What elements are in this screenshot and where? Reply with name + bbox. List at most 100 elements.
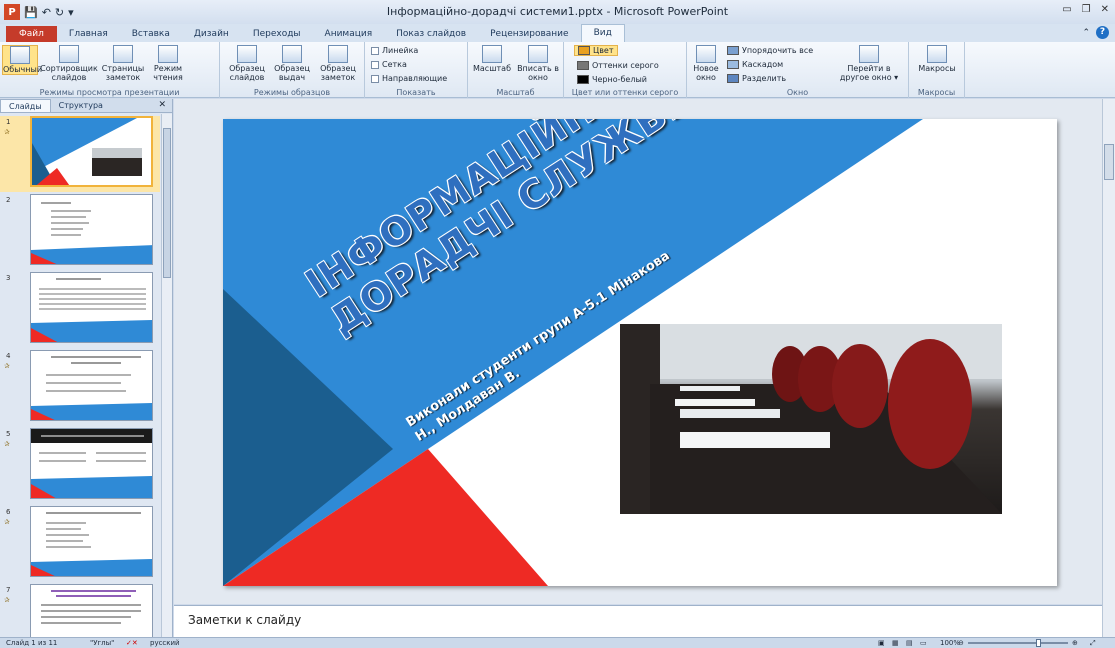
reading-view-icon[interactable]: ▤ [906,639,913,647]
close-icon[interactable]: ✕ [1101,4,1109,15]
slide-thumbnail-2[interactable]: 2 [0,194,160,270]
group-window: Новое окно Упорядочить все Каскадом Разд… [687,42,909,98]
group-label: Масштаб [496,88,535,97]
fit-to-window-button[interactable]: Вписать в окно [516,45,560,82]
dropdown-arrow-icon: ▾ [891,73,899,82]
zoom-out-icon[interactable]: ⊖ [958,639,964,647]
customize-dropdown-icon[interactable]: ▾ [68,6,74,19]
notes-page-icon [113,45,133,63]
group-label: Окно [786,88,809,97]
thumbnail-preview [30,506,153,577]
grayscale-icon [577,61,589,70]
scrollbar-thumb[interactable] [163,128,171,278]
split-button[interactable]: Разделить [727,74,786,83]
powerpoint-logo-icon: P [4,4,20,20]
thumbnail-preview [30,350,153,421]
switch-windows-button[interactable]: Перейти в другое окно ▾ [837,45,901,82]
group-master-views: Образец слайдов Образец выдач Образец за… [220,42,365,98]
arrange-all-icon [727,46,739,55]
notes-page-button[interactable]: Страницы заметок [100,45,146,82]
tab-home[interactable]: Главная [57,26,120,42]
notes-master-button[interactable]: Образец заметок [316,45,360,82]
editor-vertical-scrollbar[interactable] [1102,99,1115,637]
tab-transitions[interactable]: Переходы [241,26,313,42]
macros-button[interactable]: Макросы [915,45,959,73]
notes-placeholder[interactable]: Заметки к слайду [188,613,301,627]
save-icon[interactable]: 💾 [24,6,38,19]
zoom-slider[interactable] [968,642,1068,644]
slide-sorter-button[interactable]: Сортировщик слайдов [40,45,98,82]
slides-pane: Слайды Структура ✕ 1 ✰ 2 3 4 ✰ 5 ✰ 6 ✰ 7… [0,99,173,637]
grid-checkbox[interactable]: Сетка [371,60,407,69]
zoom-level[interactable]: 100% [940,639,960,647]
tab-design[interactable]: Дизайн [182,26,241,42]
arrange-all-button[interactable]: Упорядочить все [727,46,813,55]
scrollbar-thumb[interactable] [1104,144,1114,180]
group-presentation-views: Обычный Сортировщик слайдов Страницы зам… [0,42,220,98]
undo-icon[interactable]: ↶ [42,6,51,19]
tab-outline[interactable]: Структура [51,99,111,112]
thumbnail-preview [30,272,153,343]
new-window-button[interactable]: Новое окно [690,45,722,82]
redo-icon[interactable]: ↻ [55,6,64,19]
tab-insert[interactable]: Вставка [120,26,182,42]
slide-thumbnail-3[interactable]: 3 [0,272,160,348]
tab-slideshow[interactable]: Показ слайдов [384,26,478,42]
quick-access-toolbar: 💾 ↶ ↻ ▾ [24,6,74,19]
magnifier-icon [482,45,502,63]
close-pane-icon[interactable]: ✕ [158,99,166,112]
slide-master-icon [237,45,257,63]
zoom-button[interactable]: Масштаб [471,45,513,73]
tab-slides[interactable]: Слайды [0,99,51,112]
slideshow-icon[interactable]: ▭ [920,639,927,647]
tab-view[interactable]: Вид [580,24,625,42]
animation-star-icon: ✰ [4,440,10,448]
slide-sorter-icon[interactable]: ▦ [892,639,899,647]
zoom-in-icon[interactable]: ⊕ [1072,639,1078,647]
collapse-ribbon-icon[interactable]: ⌃ [1082,28,1090,38]
reading-view-button[interactable]: Режим чтения [148,45,188,82]
animation-star-icon: ✰ [4,128,10,136]
slide-thumbnail-5[interactable]: 5 ✰ [0,428,160,504]
switch-windows-icon [859,45,879,63]
notes-pane[interactable]: Заметки к слайду [174,605,1102,637]
tab-review[interactable]: Рецензирование [478,26,580,42]
animation-star-icon: ✰ [4,362,10,370]
restore-icon[interactable]: ❐ [1082,4,1091,15]
ruler-checkbox[interactable]: Линейка [371,46,418,55]
slide-thumbnail-7[interactable]: 7 ✰ [0,584,160,637]
status-bar: Слайд 1 из 11 "Углы" ✓✕ русский ▣ ▦ ▤ ▭ … [0,637,1115,648]
slide-thumbnail-1[interactable]: 1 ✰ [0,116,160,192]
chairs-image [620,324,1002,514]
cascade-icon [727,60,739,69]
group-label: Режимы просмотра презентации [39,88,180,97]
language-indicator[interactable]: русский [150,639,180,647]
title-bar: P 💾 ↶ ↻ ▾ Інформаційно-дорадчі системи1.… [0,0,1115,24]
slide-master-button[interactable]: Образец слайдов [225,45,269,82]
conference-room-photo[interactable] [620,324,1002,514]
minimize-icon[interactable]: ▭ [1062,4,1071,15]
handout-master-icon [282,45,302,63]
help-icon[interactable]: ? [1096,26,1109,39]
spellcheck-icon[interactable]: ✓✕ [126,639,138,647]
zoom-slider-handle[interactable] [1036,639,1041,647]
slide-thumbnail-4[interactable]: 4 ✰ [0,350,160,426]
black-white-button[interactable]: Черно-белый [577,75,647,84]
split-icon [727,74,739,83]
handout-master-button[interactable]: Образец выдач [270,45,314,82]
thumbnails-scrollbar[interactable] [161,114,172,637]
color-button[interactable]: Цвет [574,45,618,56]
tab-file[interactable]: Файл [6,26,57,42]
tab-animation[interactable]: Анимация [313,26,385,42]
grayscale-button[interactable]: Оттенки серого [577,61,659,70]
slide-thumbnail-6[interactable]: 6 ✰ [0,506,160,582]
slide-editor: ІНФОРМАЦІЙНО-ДОРАДЧІ СЛУЖБИ Виконали сту… [174,99,1115,604]
normal-view-icon[interactable]: ▣ [878,639,885,647]
cascade-button[interactable]: Каскадом [727,60,783,69]
current-slide[interactable]: ІНФОРМАЦІЙНО-ДОРАДЧІ СЛУЖБИ Виконали сту… [223,119,1057,586]
slide-thumbnails: 1 ✰ 2 3 4 ✰ 5 ✰ 6 ✰ 7 ✰ [0,114,160,637]
normal-view-button[interactable]: Обычный [2,45,42,75]
fit-slide-icon[interactable]: ⤢ [1090,639,1096,648]
guides-checkbox[interactable]: Направляющие [371,74,447,83]
color-icon [578,46,590,55]
